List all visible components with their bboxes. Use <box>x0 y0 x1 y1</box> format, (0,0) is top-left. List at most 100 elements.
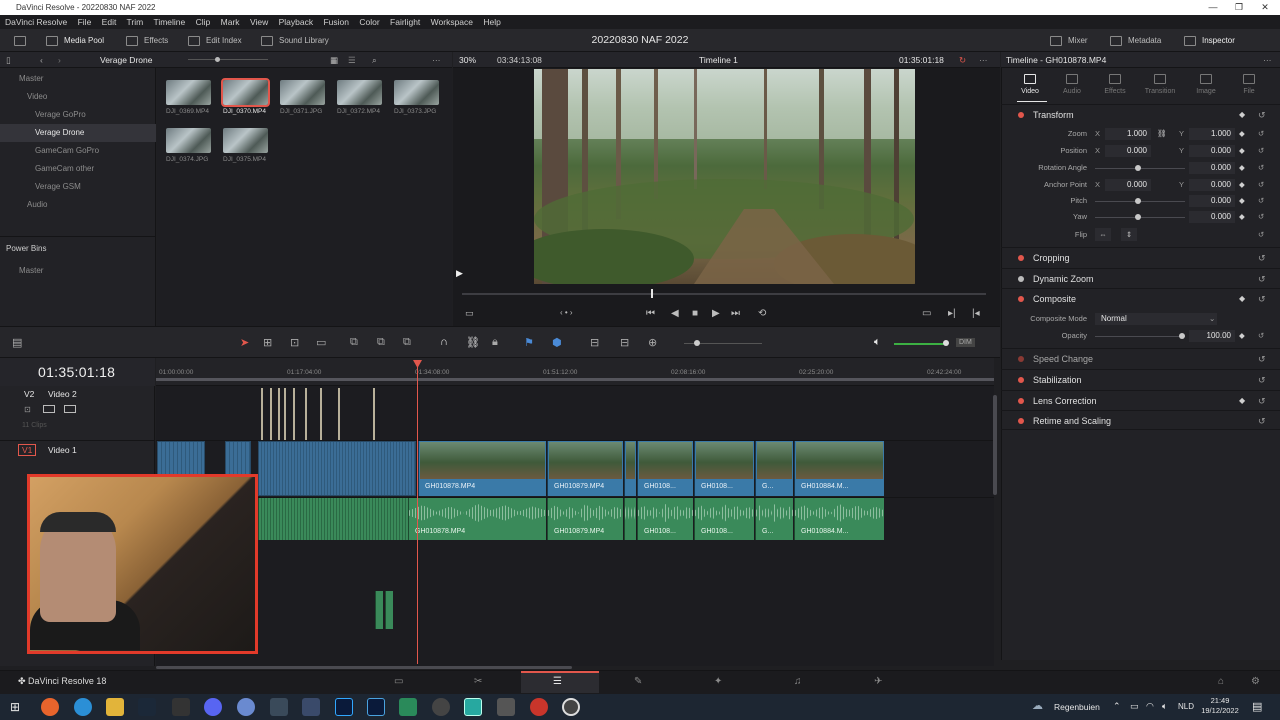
bin-verage-gopro[interactable]: Verage GoPro <box>0 106 156 124</box>
custom-zoom-icon[interactable]: ⊕ <box>648 336 657 349</box>
v2-clip[interactable] <box>338 388 340 440</box>
timeline-selector[interactable]: Timeline 1 <box>699 52 738 68</box>
keyframe-icon[interactable]: ◆ <box>1239 177 1245 193</box>
audio-clip[interactable]: GH0108... <box>694 498 754 540</box>
v2-clip[interactable] <box>270 388 272 440</box>
yaw-field[interactable]: 0.000 <box>1189 211 1235 223</box>
v2-clip[interactable] <box>284 388 286 440</box>
reset-icon[interactable]: ↺ <box>1258 370 1266 390</box>
trim-tool-icon[interactable]: ⊞ <box>263 336 272 349</box>
menu-mark[interactable]: Mark <box>221 17 240 27</box>
back-icon[interactable]: ‹ <box>40 52 43 68</box>
video-clip[interactable]: GH0108... <box>637 441 693 496</box>
app-icon[interactable] <box>432 698 450 716</box>
keyframe-icon[interactable]: ◆ <box>1239 143 1245 159</box>
pitch-knob[interactable] <box>1135 198 1141 204</box>
timeline-playhead[interactable] <box>417 362 418 664</box>
audio-clip[interactable]: G... <box>755 498 793 540</box>
section-dynamic-zoom[interactable]: Dynamic Zoom ↺ <box>1001 268 1280 288</box>
menu-playback[interactable]: Playback <box>279 17 314 27</box>
maximize-button[interactable]: ❐ <box>1226 0 1252 15</box>
pitch-field[interactable]: 0.000 <box>1189 195 1235 207</box>
anchor-x-field[interactable]: 0.000 <box>1105 179 1151 191</box>
language-indicator[interactable]: NLD <box>1178 702 1194 711</box>
system-clock[interactable]: 21:49 19/12/2022 <box>1200 696 1240 716</box>
detail-zoom-icon[interactable]: ⊟ <box>620 336 629 349</box>
windows-start-icon[interactable]: ⊞ <box>10 700 20 714</box>
video-clip[interactable]: GH010879.MP4 <box>547 441 623 496</box>
reset-icon[interactable]: ↺ <box>1258 193 1264 209</box>
clip-thumbnail[interactable] <box>280 80 325 105</box>
stop-button[interactable]: ■ <box>692 308 698 319</box>
tab-audio[interactable]: Audio <box>1052 74 1092 95</box>
keyframe-icon[interactable]: ◆ <box>1239 391 1245 411</box>
power-bin-master[interactable]: Master <box>0 262 156 280</box>
tab-video[interactable]: Video <box>1010 74 1050 95</box>
audio-clip[interactable]: GH010878.MP4 <box>408 498 546 540</box>
v2-clip[interactable] <box>305 388 307 440</box>
audio-clip[interactable] <box>385 591 393 629</box>
close-button[interactable]: ✕ <box>1252 0 1278 15</box>
viewer-scrub-head[interactable] <box>651 289 653 298</box>
audio-clip[interactable]: GH010884.M... <box>794 498 884 540</box>
file-explorer-icon[interactable] <box>106 698 124 716</box>
next-edit-icon[interactable]: ▸| <box>948 308 956 319</box>
section-composite[interactable]: Composite ◆ ↺ <box>1001 288 1280 308</box>
v2-clip[interactable] <box>373 388 375 440</box>
tab-effects[interactable]: Effects <box>1095 74 1135 95</box>
terminal-icon[interactable] <box>172 698 190 716</box>
reset-icon[interactable]: ↺ <box>1258 411 1266 431</box>
reset-icon[interactable]: ↺ <box>1258 248 1266 268</box>
menu-edit[interactable]: Edit <box>102 17 117 27</box>
audio-clip[interactable]: GH0108... <box>637 498 693 540</box>
obs-icon[interactable] <box>562 698 580 716</box>
network-icon[interactable]: ▭ <box>1130 701 1139 712</box>
yaw-knob[interactable] <box>1135 214 1141 220</box>
keyframe-icon[interactable]: ◆ <box>1239 160 1245 176</box>
position-lock-icon[interactable]: 🔒︎ <box>492 336 498 349</box>
tab-image[interactable]: Image <box>1186 74 1226 95</box>
section-stabilization[interactable]: Stabilization ↺ <box>1001 369 1280 389</box>
overwrite-clip-icon[interactable]: ⧉ <box>377 336 385 349</box>
page-cut-icon[interactable]: ✂ <box>474 676 482 687</box>
menu-davinci[interactable]: DaVinci Resolve <box>5 17 67 27</box>
reset-icon[interactable]: ↺ <box>1258 105 1266 125</box>
menu-file[interactable]: File <box>78 17 92 27</box>
reset-icon[interactable]: ↺ <box>1258 269 1266 289</box>
grid-view-icon[interactable]: ▦ <box>330 52 338 68</box>
insert-clip-icon[interactable]: ⧉ <box>350 336 358 349</box>
bin-master[interactable]: Master <box>0 70 156 88</box>
go-to-end-button[interactable]: ⏭ <box>731 308 740 319</box>
clip-thumbnail[interactable] <box>337 80 382 105</box>
bin-gamecam-other[interactable]: GameCam other <box>0 160 156 178</box>
rotation-field[interactable]: 0.000 <box>1189 162 1235 174</box>
menu-fusion[interactable]: Fusion <box>323 17 349 27</box>
sound-library-button[interactable]: Sound Library <box>261 29 329 52</box>
volume-icon[interactable]: 🔈︎ <box>874 336 881 349</box>
settings-gear-icon[interactable]: ⚙ <box>1251 676 1260 687</box>
section-enable-dot[interactable] <box>1018 276 1024 282</box>
notifications-icon[interactable]: ▤ <box>1252 700 1262 713</box>
menu-fairlight[interactable]: Fairlight <box>390 17 420 27</box>
app-icon[interactable] <box>530 698 548 716</box>
keyframe-icon[interactable]: ◆ <box>1239 289 1245 309</box>
prev-edit-icon[interactable]: |◂ <box>972 308 980 319</box>
menu-timeline[interactable]: Timeline <box>153 17 185 27</box>
video-clip[interactable]: GH010878.MP4 <box>418 441 546 496</box>
track-id-v1[interactable]: V1 <box>18 444 37 456</box>
video-clip[interactable]: GH0108... <box>694 441 754 496</box>
menu-color[interactable]: Color <box>359 17 379 27</box>
keyframe-icon[interactable]: ◆ <box>1239 209 1245 225</box>
section-retime-scaling[interactable]: Retime and Scaling ↺ <box>1001 410 1280 430</box>
clip-thumbnail[interactable] <box>223 128 268 153</box>
inspector-button[interactable]: Inspector <box>1184 29 1235 52</box>
more-options-icon[interactable]: ··· <box>432 52 441 68</box>
track-name-v2[interactable]: Video 2 <box>48 389 77 399</box>
menu-workspace[interactable]: Workspace <box>431 17 473 27</box>
page-media-icon[interactable]: ▭ <box>394 676 403 687</box>
keyframe-icon[interactable]: ◆ <box>1239 193 1245 209</box>
zoom-y-field[interactable]: 1.000 <box>1189 128 1235 140</box>
anchor-y-field[interactable]: 0.000 <box>1189 179 1235 191</box>
reset-icon[interactable]: ↺ <box>1258 349 1266 369</box>
audio-clip-group[interactable] <box>258 498 408 540</box>
